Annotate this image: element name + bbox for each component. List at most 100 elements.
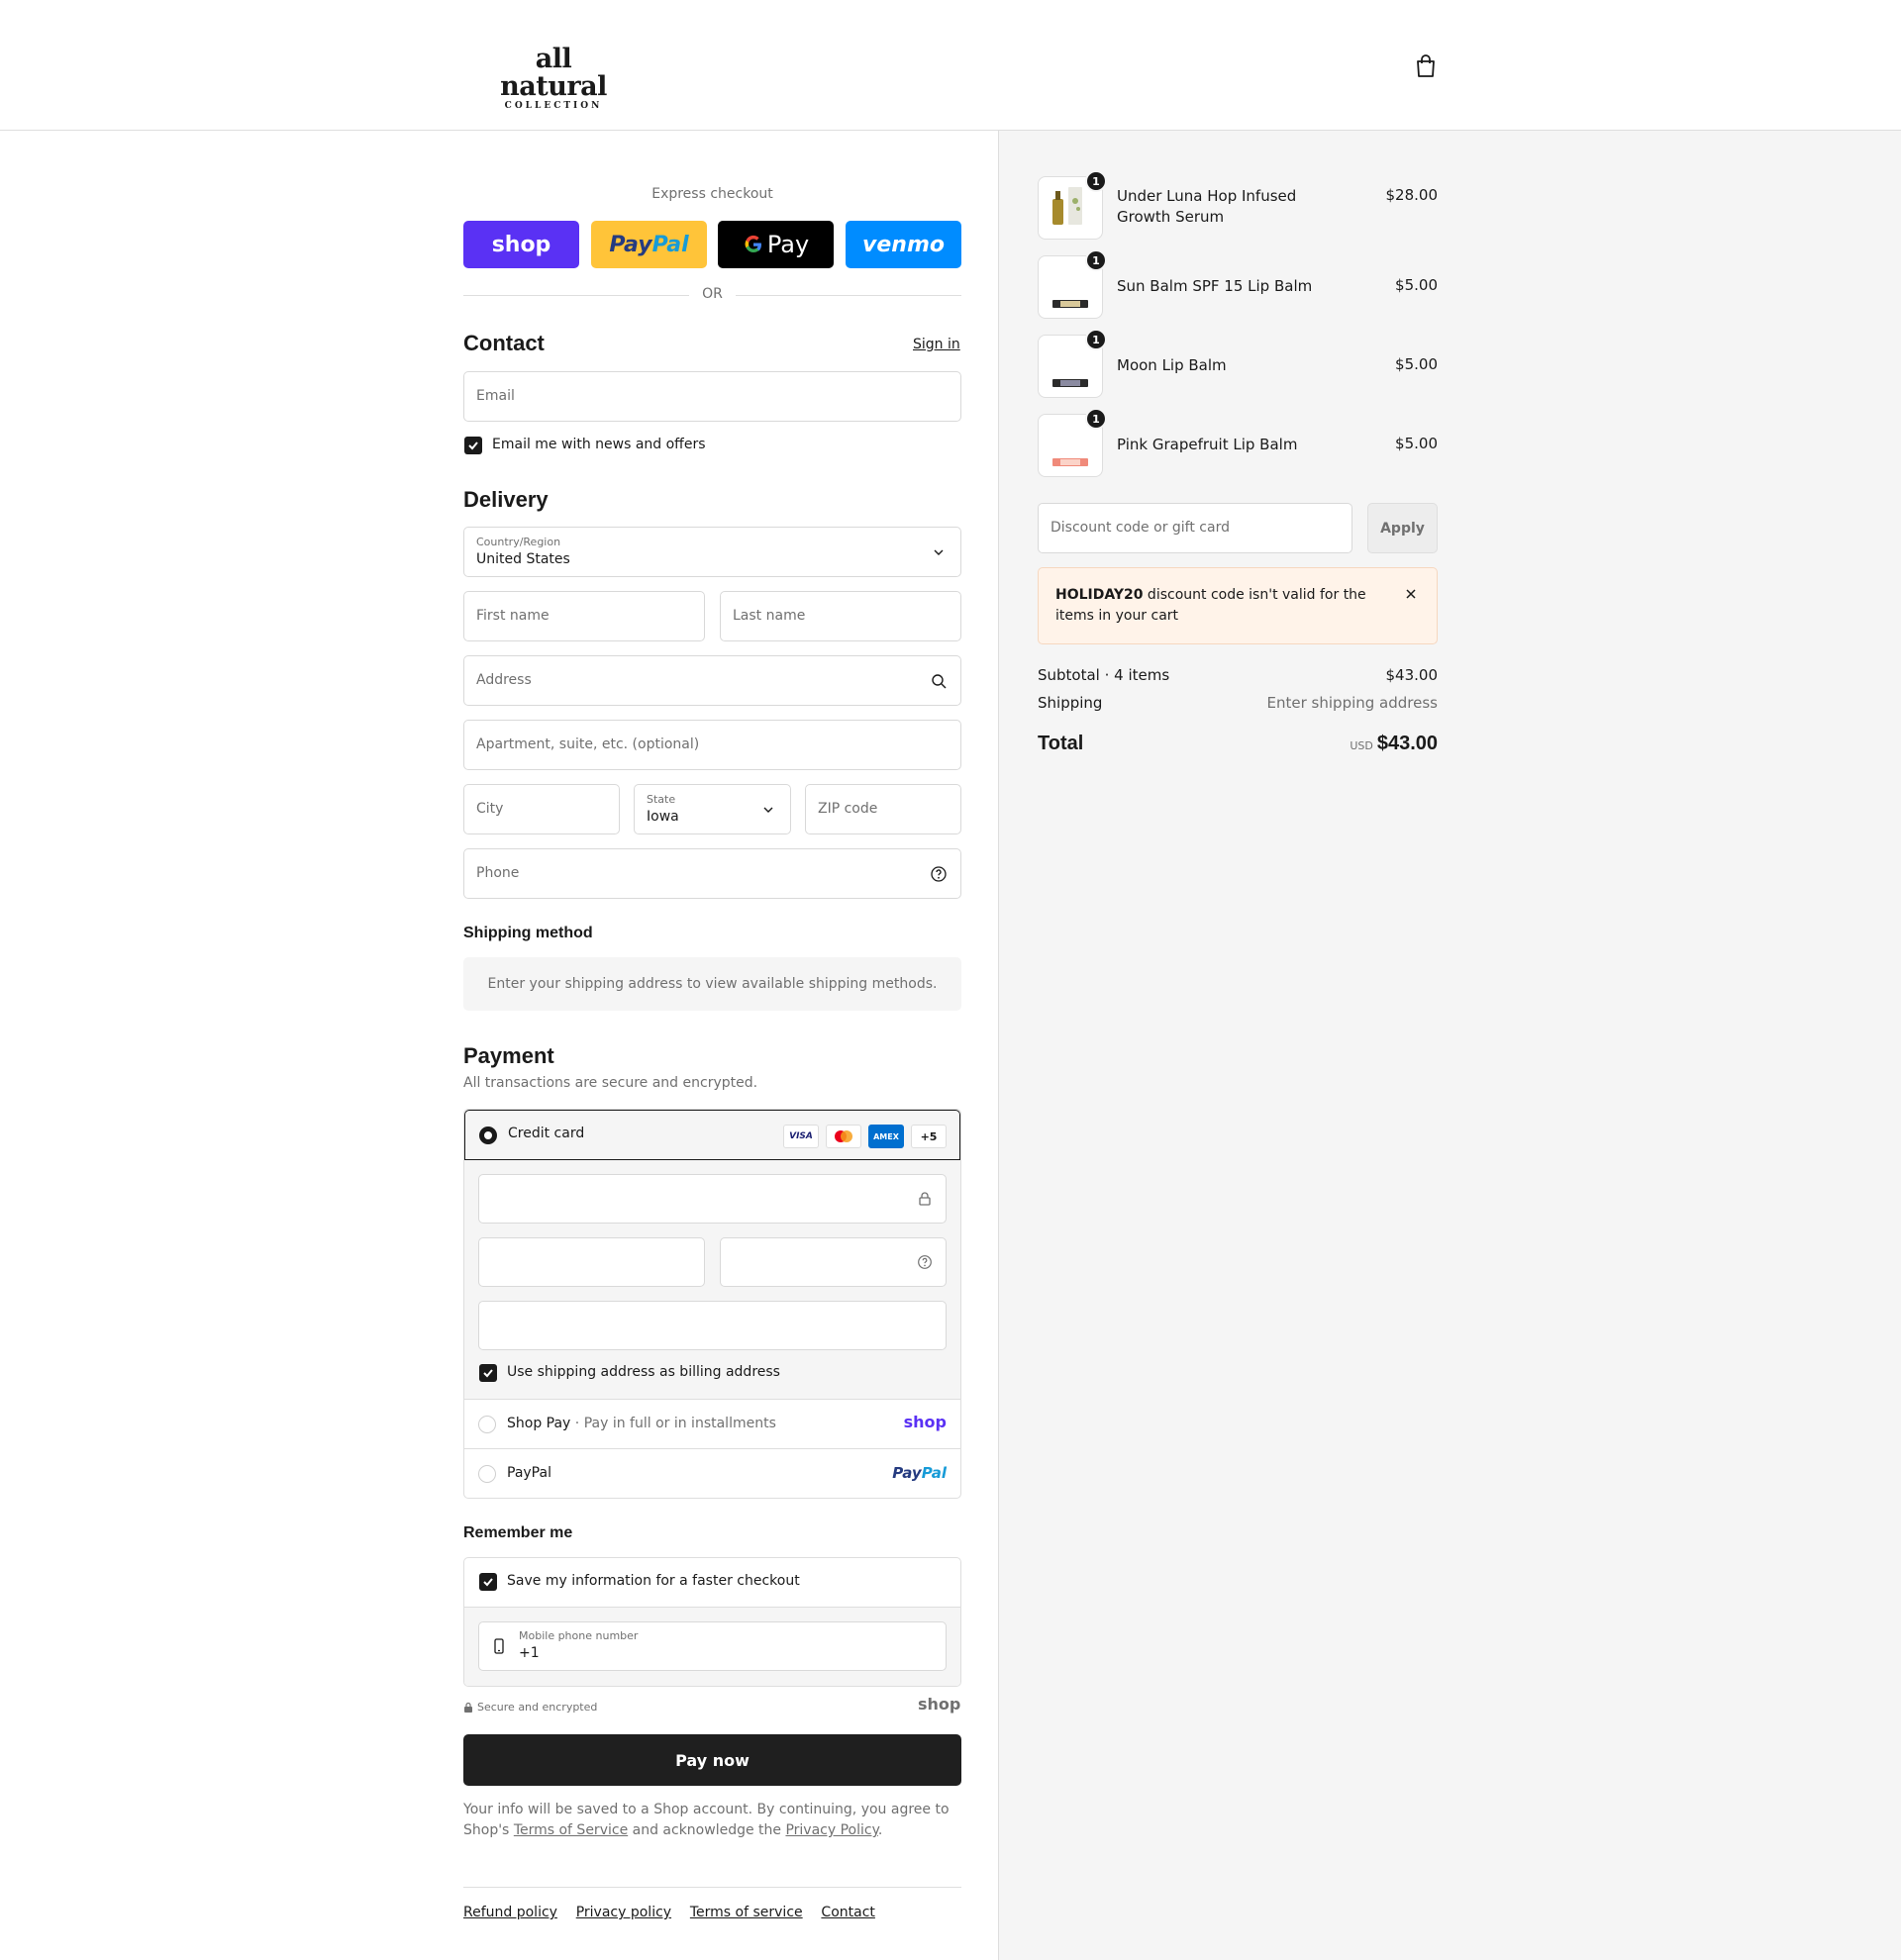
apply-button[interactable]: Apply: [1367, 503, 1438, 553]
mobile-phone-field[interactable]: Mobile phone number +1: [478, 1621, 947, 1671]
venmo-button[interactable]: venmo: [846, 221, 961, 268]
credit-card-radio[interactable]: [479, 1127, 497, 1144]
credit-card-option[interactable]: Credit card VISA AMEX +5: [464, 1110, 960, 1160]
total-value: $43.00: [1376, 733, 1438, 754]
delivery-title: Delivery: [463, 487, 549, 512]
chevron-down-icon: [929, 542, 949, 562]
news-checkbox-label: Email me with news and offers: [492, 437, 706, 452]
mastercard-icon: [826, 1125, 861, 1148]
first-name-placeholder: First name: [476, 608, 550, 624]
footer-links: Refund policy Privacy policy Terms of se…: [463, 1903, 889, 1920]
shop-pay-option-label: Shop Pay · Pay in full or in installment…: [507, 1416, 776, 1431]
store-logo[interactable]: all natural COLLECTION: [479, 46, 628, 112]
shop-pay-button[interactable]: shop: [463, 221, 579, 268]
shipping-method-title: Shipping method: [463, 925, 593, 941]
paypal-button-pal: Pal: [651, 232, 689, 257]
mobile-phone-value: +1: [519, 1645, 540, 1661]
pay-now-label: Pay now: [675, 1750, 750, 1770]
credit-card-label: Credit card: [508, 1126, 585, 1141]
email-field[interactable]: Email: [463, 371, 961, 422]
quantity-badge: 1: [1085, 329, 1107, 350]
subtotal-row: Subtotal · 4 items $43.00: [1038, 666, 1438, 684]
privacy-policy-link[interactable]: Privacy Policy: [785, 1822, 877, 1838]
email-placeholder: Email: [476, 388, 515, 404]
expiration-date-field[interactable]: [478, 1237, 705, 1287]
google-g-icon: [743, 234, 764, 255]
address-placeholder: Address: [476, 672, 532, 688]
first-name-field[interactable]: First name: [463, 591, 705, 641]
header: all natural COLLECTION: [0, 0, 1901, 131]
state-select[interactable]: State Iowa: [634, 784, 791, 834]
news-checkbox[interactable]: [464, 437, 482, 454]
paypal-button[interactable]: Pay Pal: [591, 221, 707, 268]
visa-icon: VISA: [783, 1125, 819, 1148]
legal-part2: and acknowledge the: [628, 1822, 786, 1838]
express-checkout-label: Express checkout: [651, 186, 773, 202]
zip-field[interactable]: ZIP code: [805, 784, 961, 834]
shipping-value: Enter shipping address: [1266, 694, 1438, 712]
paypal-logo: PayPal: [892, 1464, 947, 1482]
contact-link[interactable]: Contact: [821, 1905, 874, 1920]
discount-error-text: HOLIDAY20 discount code isn't valid for …: [1055, 585, 1372, 627]
close-icon[interactable]: [1401, 584, 1421, 604]
paypal-radio[interactable]: [478, 1465, 496, 1483]
last-name-placeholder: Last name: [733, 608, 806, 624]
item-name: Moon Lip Balm: [1117, 356, 1227, 374]
privacy-policy-footer-link[interactable]: Privacy policy: [576, 1905, 671, 1920]
city-placeholder: City: [476, 801, 504, 817]
mobile-phone-label: Mobile phone number: [519, 1629, 639, 1642]
shopping-bag-icon[interactable]: [1414, 53, 1438, 79]
help-circle-icon[interactable]: [929, 864, 949, 884]
shop-pay-option[interactable]: Shop Pay · Pay in full or in installment…: [464, 1400, 960, 1449]
shipping-row: Shipping Enter shipping address: [1038, 694, 1438, 712]
address-field[interactable]: Address: [463, 655, 961, 706]
paypal-label: PayPal: [507, 1465, 551, 1481]
logo-sub-text: COLLECTION: [504, 101, 603, 111]
discount-code-field[interactable]: Discount code or gift card: [1038, 503, 1352, 553]
card-number-field[interactable]: [478, 1174, 947, 1224]
footer-divider: [463, 1887, 961, 1888]
paypal-option[interactable]: PayPal PayPal: [464, 1449, 960, 1498]
checkmark-icon: [483, 1369, 493, 1378]
google-pay-label: Pay: [766, 231, 810, 258]
secure-text: Secure and encrypted: [477, 1701, 598, 1714]
item-price: $28.00: [1385, 186, 1439, 204]
zip-placeholder: ZIP code: [818, 801, 878, 817]
save-info-checkbox[interactable]: [479, 1573, 497, 1591]
apartment-placeholder: Apartment, suite, etc. (optional): [476, 736, 700, 752]
pay-now-button[interactable]: Pay now: [463, 1734, 961, 1786]
contact-title: Contact: [463, 331, 545, 355]
shop-pay-radio[interactable]: [478, 1416, 496, 1433]
total-row: Total USD $43.00: [1038, 733, 1438, 758]
or-divider: OR: [463, 285, 961, 305]
shipping-message-text: Enter your shipping address to view avai…: [487, 976, 938, 992]
payment-title: Payment: [463, 1043, 554, 1068]
country-select[interactable]: Country/Region United States: [463, 527, 961, 577]
help-circle-icon[interactable]: [916, 1253, 934, 1275]
terms-of-service-link[interactable]: Terms of Service: [514, 1822, 628, 1838]
or-text: OR: [702, 286, 723, 302]
last-name-field[interactable]: Last name: [720, 591, 961, 641]
remember-me-title: Remember me: [463, 1524, 573, 1541]
google-pay-button[interactable]: Pay: [718, 221, 834, 268]
order-summary-panel: [998, 131, 1901, 1960]
refund-policy-link[interactable]: Refund policy: [463, 1905, 557, 1920]
city-field[interactable]: City: [463, 784, 620, 834]
amex-icon: AMEX: [868, 1125, 904, 1148]
phone-field[interactable]: Phone: [463, 848, 961, 899]
state-value: Iowa: [647, 809, 679, 825]
discount-placeholder: Discount code or gift card: [1051, 520, 1230, 536]
name-on-card-field[interactable]: [478, 1301, 947, 1350]
paypal-logo-pal: Pal: [921, 1464, 947, 1482]
credit-card-form: Use shipping address as billing address: [464, 1160, 960, 1400]
apartment-field[interactable]: Apartment, suite, etc. (optional): [463, 720, 961, 770]
security-code-field[interactable]: [720, 1237, 947, 1287]
apply-label: Apply: [1380, 520, 1425, 537]
shipping-label: Shipping: [1038, 694, 1103, 712]
billing-same-checkbox[interactable]: [479, 1364, 497, 1382]
shop-logo-small: shop: [918, 1695, 961, 1714]
item-price: $5.00: [1395, 276, 1438, 294]
sign-in-link[interactable]: Sign in: [913, 337, 960, 352]
terms-of-service-footer-link[interactable]: Terms of service: [690, 1905, 803, 1920]
phone-placeholder: Phone: [476, 865, 520, 881]
